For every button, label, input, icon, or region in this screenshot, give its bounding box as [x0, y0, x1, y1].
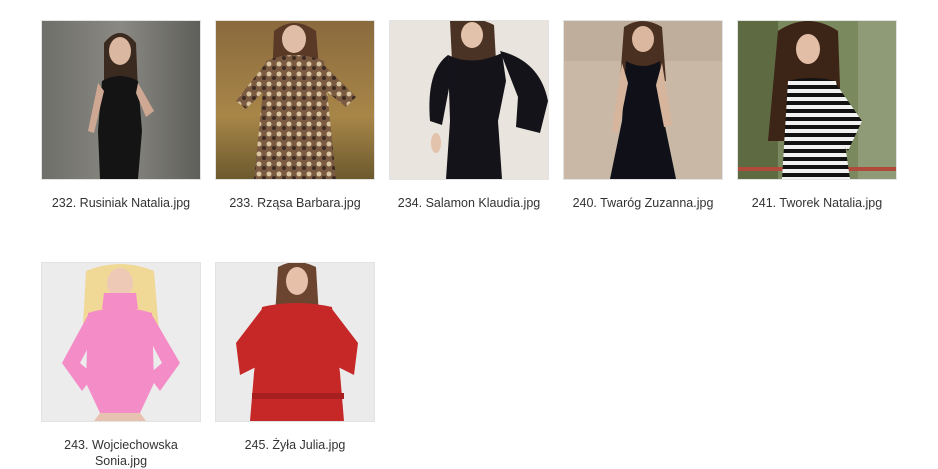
gallery-item[interactable]: 243. Wojciechowska Sonia.jpg [41, 262, 201, 469]
gallery-item[interactable]: 234. Salamon Klaudia.jpg [389, 20, 549, 211]
file-name-label: 234. Salamon Klaudia.jpg [397, 196, 541, 210]
image-gallery: 232. Rusiniak Natalia.jpg 233. Rząsa Bar… [0, 0, 938, 469]
photo-thumbnail[interactable] [389, 20, 549, 180]
file-name-label: 241. Tworek Natalia.jpg [751, 196, 883, 210]
gallery-item[interactable]: 245. Żyła Julia.jpg [215, 262, 375, 453]
file-name-label: 233. Rząsa Barbara.jpg [229, 196, 361, 210]
file-name-label: 243. Wojciechowska Sonia.jpg [64, 438, 178, 468]
photo-thumbnail[interactable] [41, 262, 201, 422]
gallery-item[interactable]: 240. Twaróg Zuzanna.jpg [563, 20, 723, 211]
file-name-label: 240. Twaróg Zuzanna.jpg [572, 196, 714, 210]
gallery-item[interactable]: 232. Rusiniak Natalia.jpg [41, 20, 201, 211]
photo-thumbnail[interactable] [215, 262, 375, 422]
photo-thumbnail[interactable] [563, 20, 723, 180]
gallery-item[interactable]: 241. Tworek Natalia.jpg [737, 20, 897, 211]
photo-thumbnail[interactable] [215, 20, 375, 180]
file-name-label: 232. Rusiniak Natalia.jpg [51, 196, 191, 210]
file-name-label: 245. Żyła Julia.jpg [244, 438, 346, 452]
gallery-item[interactable]: 233. Rząsa Barbara.jpg [215, 20, 375, 211]
photo-thumbnail[interactable] [41, 20, 201, 180]
photo-thumbnail[interactable] [737, 20, 897, 180]
